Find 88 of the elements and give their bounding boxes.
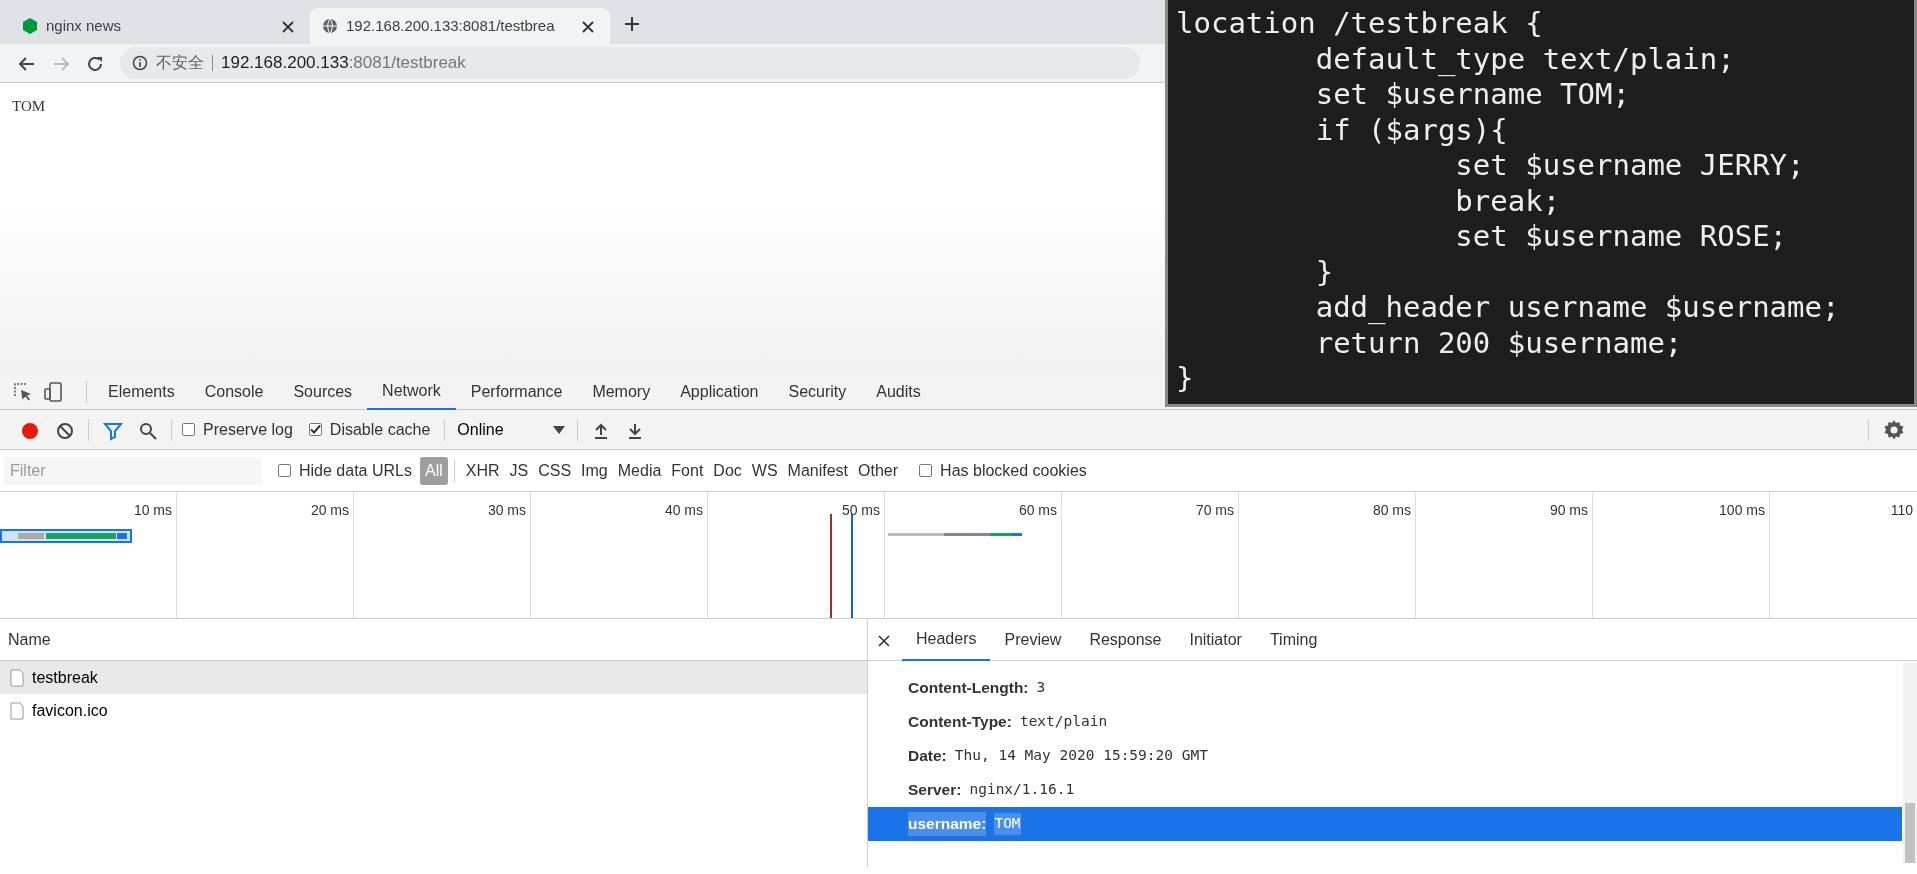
preserve-log-checkbox[interactable]: Preserve log bbox=[182, 417, 293, 442]
close-icon bbox=[878, 634, 890, 647]
hide-data-urls-checkbox[interactable]: Hide data URLs bbox=[278, 458, 412, 483]
time-tick: 40 ms bbox=[664, 502, 703, 518]
check-icon bbox=[309, 424, 321, 435]
type-filter[interactable]: JS bbox=[504, 456, 534, 485]
filter-field[interactable]: Filter bbox=[4, 456, 262, 485]
time-tick: 80 ms bbox=[1372, 502, 1411, 518]
url-text: 192.168.200.133:8081/testbreak bbox=[221, 52, 466, 75]
clear-icon bbox=[56, 421, 74, 440]
device-icon[interactable] bbox=[42, 381, 64, 403]
type-filter[interactable]: Doc bbox=[708, 456, 747, 485]
time-tick: 70 ms bbox=[1195, 502, 1234, 518]
detail-tab[interactable]: Response bbox=[1075, 618, 1176, 661]
time-tick: 10 ms bbox=[133, 502, 172, 518]
tab-title: nginx news bbox=[46, 15, 123, 36]
panel-tab[interactable]: Sources bbox=[278, 374, 368, 410]
type-filter[interactable]: Media bbox=[612, 456, 667, 485]
time-tick: 90 ms bbox=[1549, 502, 1588, 518]
detail-tab[interactable]: Timing bbox=[1255, 618, 1332, 661]
caret-icon bbox=[553, 425, 566, 434]
file-icon bbox=[10, 668, 24, 687]
header-name: Date: bbox=[908, 746, 947, 767]
throttling-dropdown[interactable]: Online bbox=[451, 417, 572, 442]
header-row[interactable]: Content-Type: text/plain bbox=[868, 705, 1902, 739]
time-tick: 100 ms bbox=[1719, 502, 1765, 518]
request-name: testbreak bbox=[32, 667, 98, 688]
type-filter[interactable]: Manifest bbox=[782, 456, 854, 485]
panel-tab[interactable]: Audits bbox=[861, 374, 936, 410]
security-label: 不安全 bbox=[156, 55, 213, 71]
address-bar[interactable]: 不安全 192.168.200.133:8081/testbreak bbox=[120, 47, 1140, 79]
tab-title: 192.168.200.133:8081/testbrea bbox=[346, 15, 556, 36]
panel-tab[interactable]: Application bbox=[665, 374, 774, 410]
plus-icon bbox=[624, 15, 640, 32]
disable-cache-checkbox[interactable]: Disable cache bbox=[308, 417, 431, 442]
header-name: Content-Length: bbox=[908, 678, 1029, 699]
type-filter[interactable]: XHR bbox=[460, 456, 505, 485]
scrollbar[interactable] bbox=[1903, 663, 1917, 863]
header-value: Thu, 14 May 2020 15:59:20 GMT bbox=[954, 746, 1208, 766]
blocked-cookies-checkbox[interactable]: Has blocked cookies bbox=[919, 458, 1087, 483]
settings-icon bbox=[1883, 419, 1905, 442]
type-filter[interactable]: WS bbox=[746, 456, 783, 485]
detail-tab[interactable]: Preview bbox=[990, 618, 1076, 661]
panel-tab[interactable]: Memory bbox=[577, 374, 666, 410]
type-filter[interactable]: Font bbox=[666, 456, 709, 485]
header-value: nginx/1.16.1 bbox=[969, 780, 1075, 800]
column-header[interactable]: Name bbox=[8, 627, 51, 652]
forward-arrow-icon bbox=[52, 54, 70, 73]
search-icon bbox=[139, 421, 157, 440]
panel-tab[interactable]: Security bbox=[773, 374, 862, 410]
request-name: favicon.ico bbox=[32, 700, 108, 721]
header-name: username: bbox=[908, 812, 987, 836]
close-icon bbox=[582, 21, 594, 34]
header-row[interactable]: Server: nginx/1.16.1 bbox=[868, 773, 1902, 807]
reload-icon bbox=[86, 54, 104, 73]
page-text: TOM bbox=[12, 98, 46, 114]
header-row[interactable]: Content-Length: 3 bbox=[868, 671, 1902, 705]
time-tick: 50 ms bbox=[841, 502, 880, 518]
time-tick: 60 ms bbox=[1018, 502, 1057, 518]
funnel-icon bbox=[103, 420, 123, 441]
header-row[interactable]: Date: Thu, 14 May 2020 15:59:20 GMT bbox=[868, 739, 1902, 773]
header-value: 3 bbox=[1036, 678, 1046, 698]
type-filter[interactable]: CSS bbox=[533, 456, 577, 485]
detail-tab[interactable]: Headers bbox=[902, 618, 991, 661]
browser-tab[interactable]: 192.168.200.133:8081/testbrea bbox=[310, 8, 610, 44]
back-arrow-icon bbox=[18, 54, 36, 73]
detail-tab[interactable]: Initiator bbox=[1175, 618, 1256, 661]
panel-tab[interactable]: Performance bbox=[455, 374, 578, 410]
hexagon-icon bbox=[22, 18, 38, 34]
record-icon bbox=[20, 420, 40, 441]
header-name: Content-Type: bbox=[908, 712, 1012, 733]
type-filter[interactable]: Img bbox=[576, 456, 613, 485]
file-icon bbox=[10, 701, 24, 720]
header-value: text/plain bbox=[1019, 712, 1108, 732]
info-icon[interactable] bbox=[132, 55, 148, 71]
code-text: location /testbreak { default_type text/plain; set $username TOM; if ($args){ set $username JERRY; break; set $username ROSE; } add_header username $username; return 200 $username; } bbox=[1176, 6, 1841, 397]
time-tick: 20 ms bbox=[310, 502, 349, 518]
close-icon bbox=[282, 21, 294, 34]
browser-tab[interactable]: nginx news bbox=[10, 8, 310, 44]
request-row[interactable]: testbreak bbox=[0, 661, 867, 694]
panel-tab[interactable]: Elements bbox=[93, 374, 190, 410]
header-value: TOM bbox=[994, 813, 1021, 835]
time-tick: 110 bbox=[1890, 502, 1913, 518]
header-name: Server: bbox=[908, 780, 962, 801]
panel-tab[interactable]: Console bbox=[189, 374, 279, 410]
time-tick: 30 ms bbox=[487, 502, 526, 518]
type-filter[interactable]: Other bbox=[853, 456, 904, 485]
globe-icon bbox=[322, 18, 338, 34]
